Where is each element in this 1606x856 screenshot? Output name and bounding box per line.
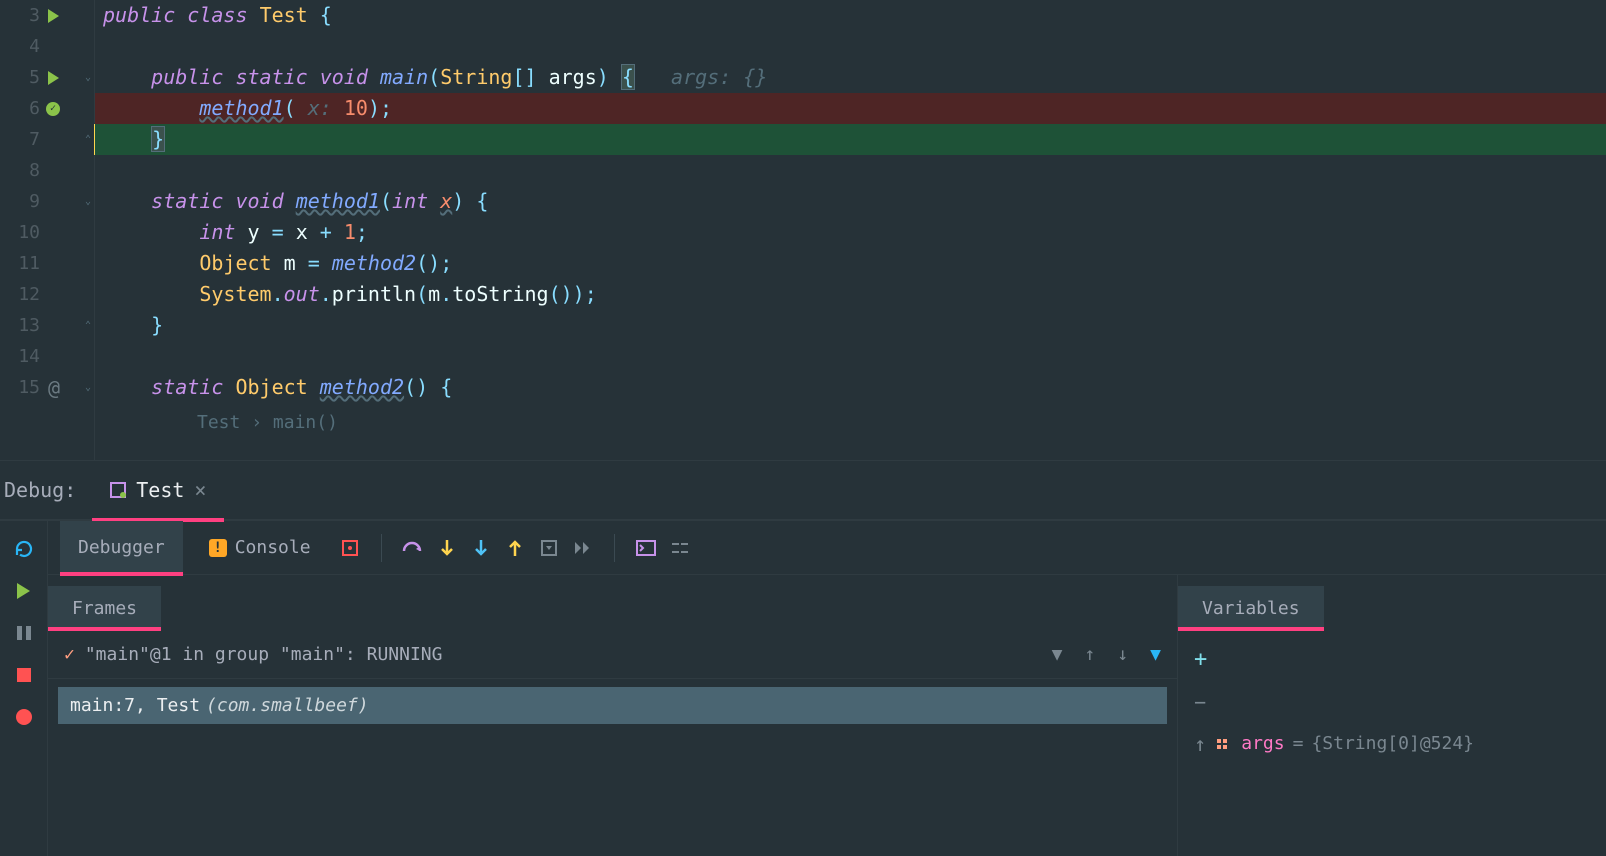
thread-selector[interactable]: ✓ "main"@1 in group "main": RUNNING ▼ ↑ … xyxy=(48,631,1177,679)
code-line[interactable] xyxy=(95,341,1606,372)
variable-row[interactable]: args = {String[0]@524} xyxy=(1207,631,1482,856)
line-number: 8 xyxy=(0,160,40,181)
variables-tab[interactable]: Variables xyxy=(1178,586,1324,631)
code-line[interactable]: method1( x: 10); xyxy=(95,93,1606,124)
fold-icon[interactable]: ⌄ xyxy=(85,382,91,393)
view-breakpoints-icon[interactable] xyxy=(14,707,34,727)
override-gutter-icon[interactable]: @ xyxy=(48,376,60,400)
variable-name: args xyxy=(1241,733,1284,754)
line-number: 12 xyxy=(0,284,40,305)
code-editor[interactable]: 3 4 5 ⌄ 6 ✓ 7 ⌃ 8 9 ⌄ 10 11 12 13 ⌃ 14 15 @ ⌄ p… xyxy=(0,0,1606,460)
chevron-down-icon[interactable]: ▼ xyxy=(1052,644,1063,665)
fold-icon[interactable]: ⌃ xyxy=(85,134,91,145)
run-gutter-icon[interactable] xyxy=(48,9,59,23)
code-line[interactable]: public static void main(String[] args) {… xyxy=(95,62,1606,93)
run-gutter-icon[interactable] xyxy=(48,71,59,85)
step-out-icon[interactable] xyxy=(502,535,528,561)
stop-icon[interactable] xyxy=(14,665,34,685)
debug-tool-window: Debug: Test × Debugger !Console xyxy=(0,460,1606,856)
code-line[interactable]: static void method1(int x) { xyxy=(95,186,1606,217)
warning-icon: ! xyxy=(209,539,227,557)
prev-frame-icon[interactable]: ↑ xyxy=(1084,644,1095,665)
line-number: 14 xyxy=(0,346,40,367)
force-step-into-icon[interactable] xyxy=(468,535,494,561)
rerun-icon[interactable] xyxy=(14,539,34,559)
line-number: 10 xyxy=(0,222,40,243)
frame-location: main:7, Test xyxy=(70,695,200,716)
code-line[interactable]: } xyxy=(95,310,1606,341)
line-number: 15 xyxy=(0,377,40,398)
line-number: 6 xyxy=(0,98,40,119)
line-number: 3 xyxy=(0,5,40,26)
line-number: 7 xyxy=(0,129,40,150)
tab-debugger[interactable]: Debugger xyxy=(60,521,183,575)
debug-header: Debug: Test × xyxy=(0,461,1606,521)
code-line[interactable]: System.out.println(m.toString()); xyxy=(95,279,1606,310)
step-into-icon[interactable] xyxy=(434,535,460,561)
inlay-hint: x: xyxy=(308,96,332,120)
run-config-name: Test xyxy=(136,478,184,502)
line-number: 13 xyxy=(0,315,40,336)
run-to-cursor-icon[interactable] xyxy=(570,535,596,561)
trace-current-stream-chain-icon[interactable] xyxy=(667,535,693,561)
code-line[interactable]: static Object method2() { xyxy=(95,372,1606,403)
frame-package: (com.smallbeef) xyxy=(206,695,369,716)
pause-icon[interactable] xyxy=(14,623,34,643)
close-icon[interactable]: × xyxy=(194,478,206,502)
code-line[interactable]: public class Test { xyxy=(95,0,1606,31)
drop-frame-icon[interactable] xyxy=(536,535,562,561)
step-over-icon[interactable] xyxy=(400,535,426,561)
frames-tab[interactable]: Frames xyxy=(48,586,161,631)
line-number: 4 xyxy=(0,36,40,57)
debug-session-tab[interactable]: Test × xyxy=(92,460,224,520)
resume-icon[interactable] xyxy=(14,581,34,601)
inlay-hint: args: {} xyxy=(671,65,767,89)
array-icon xyxy=(1215,735,1233,753)
run-config-icon xyxy=(110,482,126,498)
fold-icon[interactable]: ⌄ xyxy=(85,196,91,207)
tab-console[interactable]: !Console xyxy=(191,521,329,575)
next-frame-icon[interactable]: ↓ xyxy=(1117,644,1128,665)
evaluate-expression-icon[interactable] xyxy=(633,535,659,561)
breakpoint-checked-icon[interactable]: ✓ xyxy=(46,102,60,116)
check-icon: ✓ xyxy=(64,644,75,665)
debug-label: Debug: xyxy=(4,478,76,502)
fold-icon[interactable]: ⌃ xyxy=(85,320,91,331)
debug-toolbar: Debugger !Console xyxy=(48,521,1606,575)
new-watch-icon[interactable]: + xyxy=(1194,647,1207,672)
filter-icon[interactable]: ▼ xyxy=(1150,644,1161,665)
line-number: 11 xyxy=(0,253,40,274)
move-up-icon[interactable]: ↑ xyxy=(1194,732,1207,756)
breadcrumb[interactable]: Test › main() xyxy=(95,403,1606,442)
fold-icon[interactable]: ⌄ xyxy=(85,72,91,83)
code-line[interactable]: } xyxy=(95,124,1606,155)
code-line[interactable] xyxy=(95,31,1606,62)
remove-watch-icon[interactable]: − xyxy=(1194,690,1207,714)
code-area[interactable]: public class Test { public static void m… xyxy=(95,0,1606,460)
thread-label: "main"@1 in group "main": RUNNING xyxy=(85,644,443,665)
variable-value: {String[0]@524} xyxy=(1311,733,1474,754)
variables-panel: Variables + − ↑ args = {String[0]@524} xyxy=(1178,575,1606,856)
variable-eq: = xyxy=(1293,733,1304,754)
stack-frame[interactable]: main:7, Test (com.smallbeef) xyxy=(58,687,1167,724)
debug-side-toolbar xyxy=(0,521,48,856)
gutter: 3 4 5 ⌄ 6 ✓ 7 ⌃ 8 9 ⌄ 10 11 12 13 ⌃ 14 15 @ ⌄ xyxy=(0,0,95,460)
code-line[interactable]: Object m = method2(); xyxy=(95,248,1606,279)
line-number: 9 xyxy=(0,191,40,212)
frames-panel: Frames ✓ "main"@1 in group "main": RUNNI… xyxy=(48,575,1178,856)
line-number: 5 xyxy=(0,67,40,88)
code-line[interactable]: int y = x + 1; xyxy=(95,217,1606,248)
code-line[interactable] xyxy=(95,155,1606,186)
show-execution-point-icon[interactable] xyxy=(337,535,363,561)
